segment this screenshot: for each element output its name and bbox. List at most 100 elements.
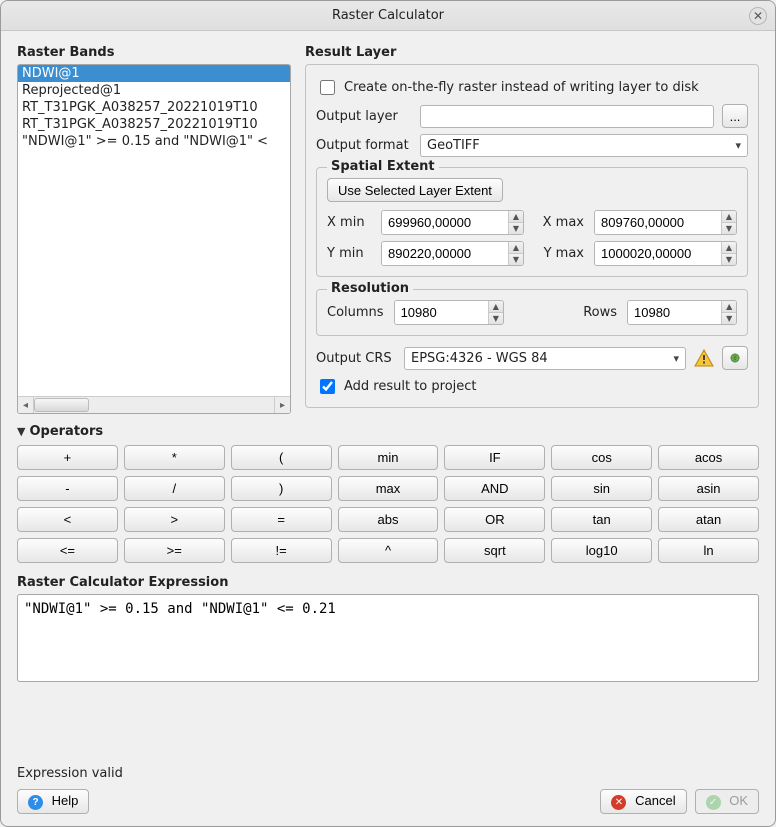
- help-button[interactable]: ? Help: [17, 789, 89, 814]
- output-crs-select[interactable]: EPSG:4326 - WGS 84 ▾: [404, 347, 686, 370]
- operator-button[interactable]: >=: [124, 538, 225, 563]
- output-layer-browse-button[interactable]: ...: [722, 104, 748, 128]
- output-format-value: GeoTIFF: [427, 138, 480, 153]
- operator-button[interactable]: cos: [551, 445, 652, 470]
- operators-toggle[interactable]: ▼ Operators: [17, 424, 759, 439]
- titlebar: Raster Calculator ✕: [1, 1, 775, 31]
- operator-button[interactable]: +: [17, 445, 118, 470]
- operator-button[interactable]: tan: [551, 507, 652, 532]
- operator-button[interactable]: <=: [17, 538, 118, 563]
- dialog-body: Raster Bands NDWI@1Reprojected@1RT_T31PG…: [1, 31, 775, 758]
- xmin-label: X min: [327, 215, 371, 230]
- operator-button[interactable]: abs: [338, 507, 439, 532]
- operator-button[interactable]: atan: [658, 507, 759, 532]
- ymax-spin[interactable]: ▲▼: [594, 241, 737, 266]
- crs-picker-button[interactable]: [722, 346, 748, 370]
- spin-up-icon[interactable]: ▲: [722, 301, 736, 313]
- operator-button[interactable]: min: [338, 445, 439, 470]
- close-icon[interactable]: ✕: [749, 7, 767, 25]
- ymin-spin[interactable]: ▲▼: [381, 241, 524, 266]
- spin-up-icon[interactable]: ▲: [722, 211, 736, 223]
- columns-input[interactable]: [395, 301, 488, 324]
- rows-spin[interactable]: ▲▼: [627, 300, 737, 325]
- operator-button[interactable]: sqrt: [444, 538, 545, 563]
- operators-heading: Operators: [29, 424, 103, 439]
- columns-spin[interactable]: ▲▼: [394, 300, 504, 325]
- list-item[interactable]: NDWI@1: [18, 65, 290, 82]
- output-format-row: Output format GeoTIFF ▾: [316, 134, 748, 157]
- scrollbar-right-arrow[interactable]: ▸: [274, 397, 290, 413]
- operator-button[interactable]: !=: [231, 538, 332, 563]
- add-result-label[interactable]: Add result to project: [344, 379, 477, 394]
- operator-button[interactable]: /: [124, 476, 225, 501]
- spin-down-icon[interactable]: ▼: [722, 254, 736, 265]
- xmax-spin[interactable]: ▲▼: [594, 210, 737, 235]
- create-otf-label[interactable]: Create on-the-fly raster instead of writ…: [344, 80, 699, 95]
- ymin-label: Y min: [327, 246, 371, 261]
- ok-icon: ✓: [706, 795, 721, 810]
- list-item[interactable]: Reprojected@1: [18, 82, 290, 99]
- rows-input[interactable]: [628, 301, 721, 324]
- ok-button[interactable]: ✓ OK: [695, 789, 759, 814]
- expression-heading: Raster Calculator Expression: [17, 575, 759, 590]
- operator-button[interactable]: ^: [338, 538, 439, 563]
- add-result-row: Add result to project: [316, 376, 748, 397]
- output-format-select[interactable]: GeoTIFF ▾: [420, 134, 748, 157]
- horizontal-scrollbar[interactable]: ◂ ▸: [18, 396, 290, 413]
- spin-up-icon[interactable]: ▲: [489, 301, 503, 313]
- spin-down-icon[interactable]: ▼: [509, 254, 523, 265]
- operator-button[interactable]: asin: [658, 476, 759, 501]
- operator-button[interactable]: log10: [551, 538, 652, 563]
- create-otf-checkbox[interactable]: [320, 80, 335, 95]
- operator-button[interactable]: >: [124, 507, 225, 532]
- scrollbar-track[interactable]: [34, 397, 274, 413]
- ymax-input[interactable]: [595, 242, 721, 265]
- raster-bands-listbox[interactable]: NDWI@1Reprojected@1RT_T31PGK_A038257_202…: [17, 64, 291, 414]
- rows-label: Rows: [583, 305, 617, 320]
- operator-button[interactable]: (: [231, 445, 332, 470]
- expression-textarea[interactable]: [17, 594, 759, 682]
- operator-button[interactable]: <: [17, 507, 118, 532]
- resolution-group: Resolution Columns ▲▼ Rows ▲▼: [316, 289, 748, 336]
- xmin-spin[interactable]: ▲▼: [381, 210, 524, 235]
- spin-down-icon[interactable]: ▼: [489, 313, 503, 324]
- use-selected-extent-button[interactable]: Use Selected Layer Extent: [327, 178, 503, 202]
- operator-button[interactable]: -: [17, 476, 118, 501]
- operator-button[interactable]: =: [231, 507, 332, 532]
- ymin-input[interactable]: [382, 242, 508, 265]
- chevron-down-icon: ▾: [735, 139, 741, 152]
- spatial-extent-grid: X min ▲▼ X max ▲▼ Y min: [327, 210, 737, 266]
- spin-up-icon[interactable]: ▲: [509, 211, 523, 223]
- operator-button[interactable]: acos: [658, 445, 759, 470]
- operator-button[interactable]: *: [124, 445, 225, 470]
- operator-button[interactable]: max: [338, 476, 439, 501]
- operator-button[interactable]: IF: [444, 445, 545, 470]
- operators-section: ▼ Operators +*(minIFcosacos-/)maxANDsina…: [17, 424, 759, 563]
- spin-down-icon[interactable]: ▼: [722, 313, 736, 324]
- add-result-checkbox[interactable]: [320, 379, 335, 394]
- operator-button[interactable]: AND: [444, 476, 545, 501]
- scrollbar-left-arrow[interactable]: ◂: [18, 397, 34, 413]
- output-layer-input[interactable]: [420, 105, 714, 128]
- cancel-button[interactable]: ✕ Cancel: [600, 789, 686, 814]
- spin-down-icon[interactable]: ▼: [722, 223, 736, 234]
- raster-bands-list-content: NDWI@1Reprojected@1RT_T31PGK_A038257_202…: [18, 65, 290, 396]
- list-item[interactable]: RT_T31PGK_A038257_20221019T10: [18, 116, 290, 133]
- operator-button[interactable]: OR: [444, 507, 545, 532]
- spatial-extent-group: Spatial Extent Use Selected Layer Extent…: [316, 167, 748, 277]
- spin-up-icon[interactable]: ▲: [722, 242, 736, 254]
- operator-button[interactable]: ): [231, 476, 332, 501]
- xmin-input[interactable]: [382, 211, 508, 234]
- chevron-down-icon: ▾: [673, 352, 679, 365]
- columns-label: Columns: [327, 305, 384, 320]
- scrollbar-thumb[interactable]: [34, 398, 89, 412]
- list-item[interactable]: "NDWI@1" >= 0.15 and "NDWI@1" <: [18, 133, 290, 150]
- xmax-input[interactable]: [595, 211, 721, 234]
- expression-validity: Expression valid: [17, 766, 759, 781]
- operator-button[interactable]: ln: [658, 538, 759, 563]
- raster-calculator-window: Raster Calculator ✕ Raster Bands NDWI@1R…: [0, 0, 776, 827]
- spin-down-icon[interactable]: ▼: [509, 223, 523, 234]
- list-item[interactable]: RT_T31PGK_A038257_20221019T10: [18, 99, 290, 116]
- spin-up-icon[interactable]: ▲: [509, 242, 523, 254]
- operator-button[interactable]: sin: [551, 476, 652, 501]
